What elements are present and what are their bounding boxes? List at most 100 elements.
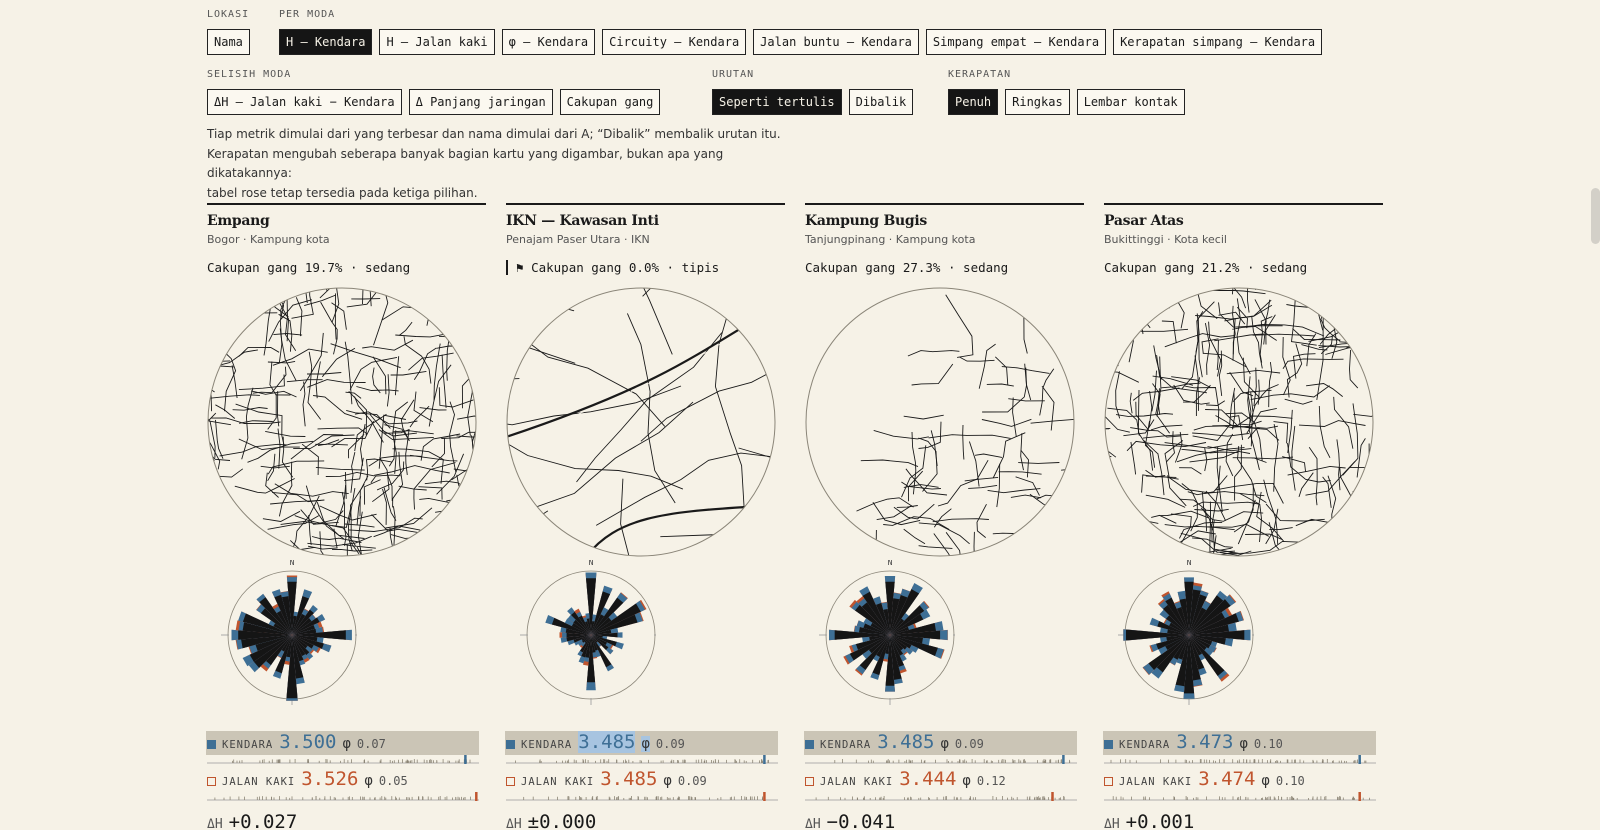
- walk-label: JALAN KAKI: [1119, 776, 1193, 788]
- drive-square-icon: [506, 740, 515, 749]
- delta-h-row: ΔH +0.027: [207, 811, 297, 830]
- street-segment: [1295, 518, 1342, 536]
- street-segment: [212, 365, 234, 371]
- delta-label: ΔH: [207, 817, 223, 830]
- street-segment: [231, 365, 238, 399]
- delta-h-row: ΔH +0.001: [1104, 811, 1194, 830]
- street-segment: [507, 435, 684, 490]
- delta-label: ΔH: [805, 817, 821, 830]
- phi-symbol: φ: [663, 773, 672, 789]
- street-segment: [1291, 288, 1317, 346]
- street-segment: [262, 510, 301, 522]
- order-as-written-button[interactable]: Seperti tertulis: [712, 89, 842, 115]
- street-segment: [930, 430, 938, 467]
- scrollbar-thumb[interactable]: [1591, 188, 1600, 244]
- street-map: [805, 287, 1075, 557]
- description-line: Kerapatan mengubah seberapa banyak bagia…: [207, 146, 724, 181]
- sort-nama-button[interactable]: Nama: [207, 29, 250, 55]
- delta-value: +0.027: [228, 811, 298, 830]
- card-subtitle: Bogor · Kampung kota: [207, 233, 330, 246]
- street-segment: [428, 364, 452, 427]
- street-segment: [851, 529, 877, 556]
- urutan-caption: URUTAN: [712, 69, 755, 80]
- street-segment: [903, 414, 944, 420]
- city-card[interactable]: IKN — Kawasan Inti Penajam Paser Utara ·…: [505, 203, 785, 830]
- phi-symbol: φ: [364, 773, 373, 789]
- sort-jalan-buntu-kendara-button[interactable]: Jalan buntu — Kendara: [753, 29, 919, 55]
- street-segment: [1298, 472, 1314, 498]
- sort-h-jalan-kaki-button[interactable]: H — Jalan kaki: [379, 29, 495, 55]
- sort-kerapatan-simpang-kendara-button[interactable]: Kerapatan simpang — Kendara: [1113, 29, 1323, 55]
- sort-simpang-empat-kendara-button[interactable]: Simpang empat — Kendara: [925, 29, 1107, 55]
- street-segment: [1253, 367, 1257, 407]
- description-line: Tiap metrik dimulai dari yang terbesar d…: [207, 127, 781, 141]
- street-map: [506, 287, 776, 557]
- street-segment: [640, 346, 775, 442]
- drive-rank-strip: [1104, 755, 1376, 764]
- street-segment: [1349, 349, 1359, 389]
- street-segment: [1012, 397, 1017, 437]
- lokasi-caption: LOKASI: [207, 9, 250, 20]
- street-segment: [959, 356, 995, 362]
- street-segment: [1306, 383, 1343, 397]
- sort-phi-kendara-button[interactable]: φ — Kendara: [501, 29, 596, 55]
- street-segment: [1293, 353, 1316, 379]
- card-subtitle: Tanjungpinang · Kampung kota: [805, 233, 976, 246]
- lokasi-group: Nama: [207, 29, 250, 55]
- walk-label: JALAN KAKI: [222, 776, 296, 788]
- coverage-text: Cakupan gang 19.7% · sedang: [207, 260, 411, 275]
- street-segment: [905, 468, 948, 496]
- street-segment: [1161, 320, 1177, 344]
- sort-h-kendara-button[interactable]: H — Kendara: [279, 29, 373, 55]
- delta-value: +0.001: [1125, 811, 1195, 830]
- street-segment: [507, 299, 575, 332]
- street-segment: [356, 386, 399, 392]
- sort-delta-h-button[interactable]: ΔH — Jalan kaki − Kendara: [207, 89, 402, 115]
- sort-delta-panjang-button[interactable]: Δ Panjang jaringan: [408, 89, 553, 115]
- drive-entropy-row: KENDARA 3.485 φ 0.09: [804, 731, 1077, 755]
- density-compact-button[interactable]: Ringkas: [1005, 89, 1070, 115]
- street-segment: [1287, 465, 1346, 476]
- street-segment: [239, 420, 273, 424]
- street-segment: [1105, 370, 1139, 383]
- street-segment: [1246, 407, 1277, 434]
- street-segment: [1115, 371, 1121, 419]
- sort-cakupan-gang-button[interactable]: Cakupan gang: [559, 89, 661, 115]
- street-segment: [1208, 321, 1222, 377]
- drive-phi-value: 0.09: [655, 737, 685, 751]
- street-segment: [1226, 369, 1281, 375]
- street-segment: [907, 350, 960, 357]
- street-segment: [903, 528, 926, 545]
- street-segment: [1192, 387, 1236, 441]
- drive-rank-strip: [805, 755, 1077, 764]
- card-title: Pasar Atas: [1104, 213, 1184, 229]
- city-card[interactable]: Pasar Atas Bukittinggi · Kota kecil Caku…: [1103, 203, 1383, 830]
- street-segment: [1273, 424, 1279, 492]
- city-card[interactable]: Empang Bogor · Kampung kota Cakupan gang…: [206, 203, 486, 830]
- street-segment: [274, 483, 349, 497]
- street-segment: [331, 302, 347, 330]
- street-segment: [398, 321, 413, 336]
- density-full-button[interactable]: Penuh: [948, 89, 999, 115]
- card-top-rule: [805, 203, 1084, 205]
- kerapatan-group: Penuh Ringkas Lembar kontak: [948, 89, 1185, 115]
- street-segment: [968, 531, 976, 556]
- street-segment: [467, 358, 474, 436]
- order-reversed-button[interactable]: Dibalik: [848, 89, 914, 115]
- city-card[interactable]: Kampung Bugis Tanjungpinang · Kampung ko…: [804, 203, 1084, 830]
- street-segment: [1145, 494, 1186, 508]
- density-contact-sheet-button[interactable]: Lembar kontak: [1076, 89, 1185, 115]
- street-segment: [1107, 407, 1140, 436]
- street-segment: [896, 505, 918, 508]
- description: Tiap metrik dimulai dari yang terbesar d…: [207, 125, 797, 203]
- street-segment: [1155, 356, 1170, 434]
- walk-entropy-row: JALAN KAKI 3.474 φ 0.10: [1103, 768, 1376, 792]
- sort-circuity-kendara-button[interactable]: Circuity — Kendara: [602, 29, 747, 55]
- street-segment: [363, 479, 381, 505]
- street-segment: [293, 434, 355, 450]
- street-segment: [981, 418, 1032, 427]
- delta-h-row: ΔH ±0.000: [506, 811, 596, 830]
- street-segment: [1157, 453, 1165, 496]
- drive-entropy-value: 3.485: [578, 731, 636, 753]
- drive-rank-strip: [207, 755, 479, 764]
